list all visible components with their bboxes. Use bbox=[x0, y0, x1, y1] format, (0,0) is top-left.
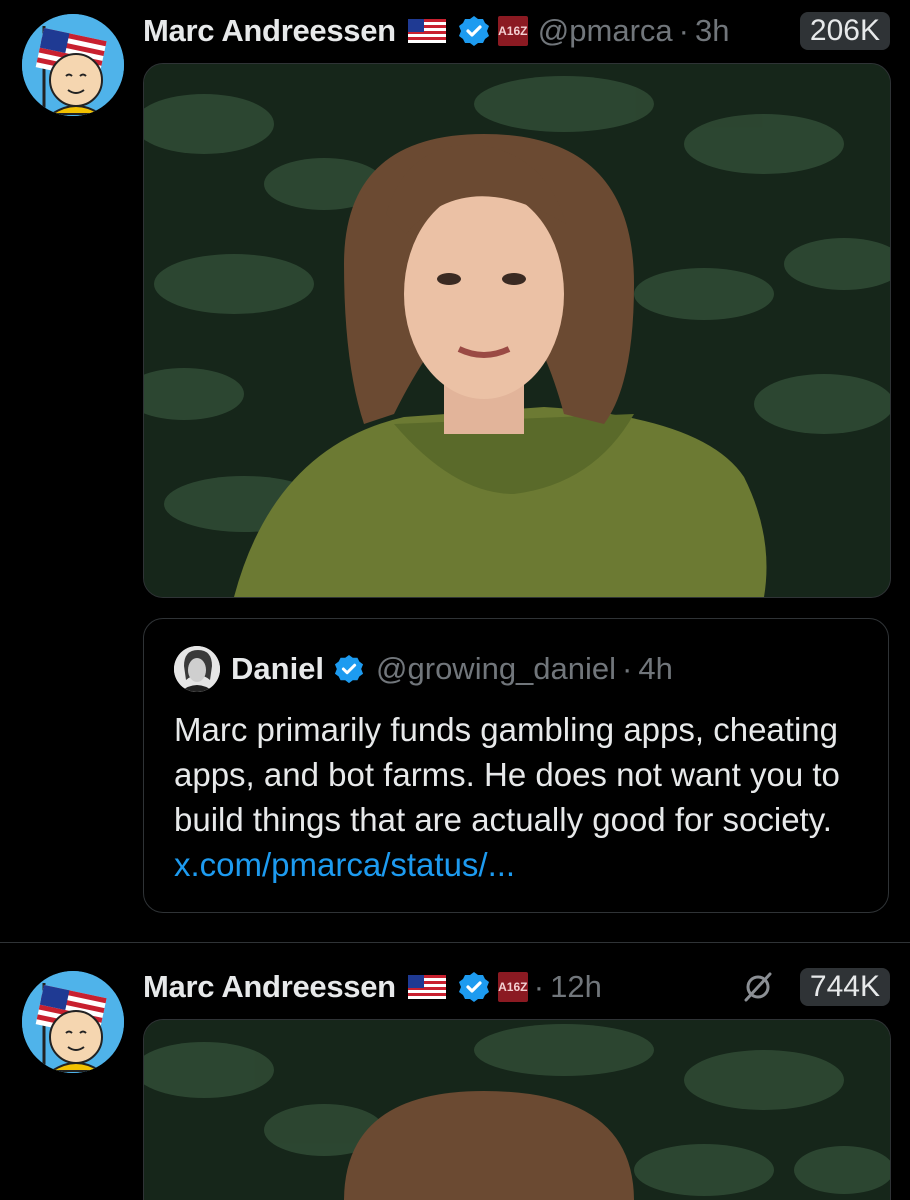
quoted-tweet-header: Daniel @growing_daniel · 4h bbox=[174, 645, 673, 693]
video-media[interactable] bbox=[143, 1019, 891, 1200]
a16z-badge-icon[interactable]: A16Z bbox=[497, 16, 528, 46]
charlie-brown-avatar-image bbox=[22, 971, 124, 1073]
quoted-author-handle[interactable]: @growing_daniel bbox=[376, 651, 616, 687]
a16z-badge-icon[interactable]: A16Z bbox=[497, 972, 528, 1002]
timestamp[interactable]: 12h bbox=[550, 969, 602, 1005]
quoted-text-body: Marc primarily funds gambling apps, chea… bbox=[174, 711, 840, 838]
video-frame-image bbox=[144, 1020, 890, 1200]
quoted-tweet[interactable]: Daniel @growing_daniel · 4h Marc primari… bbox=[143, 618, 889, 913]
view-count-badge[interactable]: 206K bbox=[799, 12, 890, 50]
avatar[interactable] bbox=[22, 14, 124, 116]
author-handle[interactable]: @pmarca bbox=[538, 13, 673, 49]
us-flag-icon bbox=[407, 975, 446, 999]
daniel-avatar-image bbox=[174, 646, 220, 692]
verified-badge-icon[interactable] bbox=[458, 971, 490, 1003]
verified-badge-icon[interactable] bbox=[334, 654, 364, 684]
tweet[interactable]: Marc Andreessen A16Z · 12h 744K bbox=[0, 942, 910, 1200]
separator: · bbox=[533, 969, 545, 1004]
timestamp[interactable]: 3h bbox=[695, 13, 729, 49]
tweet[interactable]: Marc Andreessen A16Z @pmarca · 3h 206K D… bbox=[0, 0, 910, 942]
us-flag-icon bbox=[407, 19, 446, 43]
avatar[interactable] bbox=[22, 971, 124, 1073]
quoted-timestamp[interactable]: 4h bbox=[638, 651, 672, 687]
tweet-header: Marc Andreessen A16Z · 12h 744K bbox=[143, 964, 890, 1010]
view-count-badge[interactable]: 744K bbox=[799, 968, 890, 1006]
quoted-author-name[interactable]: Daniel bbox=[231, 651, 324, 687]
author-name[interactable]: Marc Andreessen bbox=[143, 13, 396, 49]
video-frame-image bbox=[144, 64, 890, 597]
separator: · bbox=[678, 13, 689, 48]
quoted-link[interactable]: x.com/pmarca/status/... bbox=[174, 846, 515, 883]
grok-slash-icon[interactable] bbox=[742, 971, 774, 1003]
video-media[interactable] bbox=[143, 63, 891, 598]
author-name[interactable]: Marc Andreessen bbox=[143, 969, 396, 1005]
charlie-brown-avatar-image bbox=[22, 14, 124, 116]
quoted-tweet-text: Marc primarily funds gambling apps, chea… bbox=[174, 707, 864, 887]
separator: · bbox=[622, 651, 633, 686]
verified-badge-icon[interactable] bbox=[458, 15, 490, 47]
tweet-header: Marc Andreessen A16Z @pmarca · 3h 206K bbox=[143, 8, 890, 54]
avatar[interactable] bbox=[174, 646, 220, 692]
